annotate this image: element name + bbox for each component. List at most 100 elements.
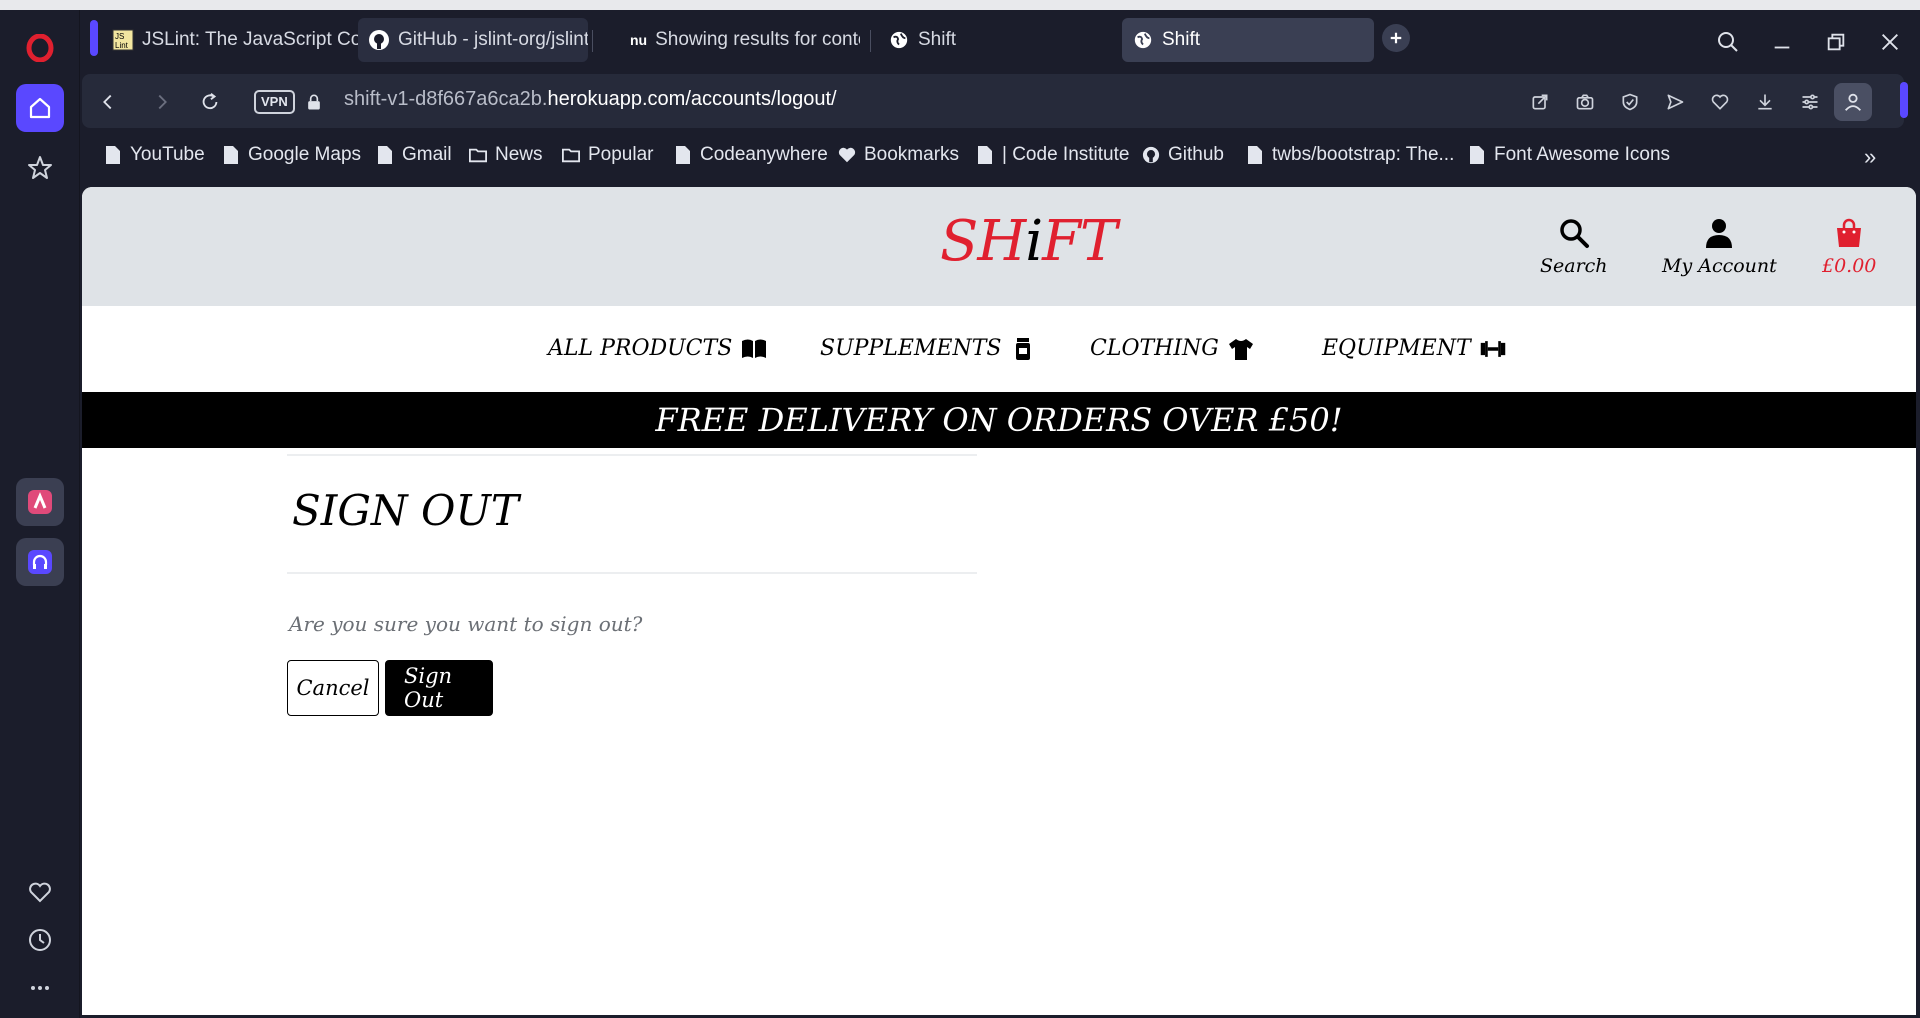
music-player-icon[interactable] [16, 538, 64, 586]
restore-button[interactable] [1820, 26, 1852, 58]
globe-icon [1132, 29, 1154, 51]
tab-github[interactable]: GitHub - jslint-org/jslint: JS [358, 18, 588, 62]
sign-out-button[interactable]: Sign Out [385, 660, 493, 716]
home-icon[interactable] [16, 84, 64, 132]
site-header: SHiFT Search My Account £0.00 [82, 187, 1916, 306]
url-text[interactable]: shift-v1-d8f667a6ca2b.herokuapp.com/acco… [344, 88, 837, 111]
delivery-banner: FREE DELIVERY ON ORDERS OVER £50! [82, 392, 1916, 448]
page-icon [106, 146, 120, 164]
forward-button[interactable] [148, 88, 176, 116]
bookmark-youtube[interactable]: YouTube [104, 144, 205, 166]
cancel-button[interactable]: Cancel [287, 660, 379, 716]
nav-supplements[interactable]: SUPPLEMENTS [820, 336, 1037, 361]
favorites-heart-icon[interactable] [16, 868, 64, 916]
tshirt-icon [1228, 338, 1253, 360]
page-icon [224, 146, 238, 164]
download-icon[interactable] [1751, 88, 1779, 116]
bookmark-popular[interactable]: Popular [562, 144, 654, 166]
signout-panel: SIGN OUT Are you sure you want to sign o… [287, 454, 977, 716]
header-bag[interactable]: £0.00 [1822, 217, 1876, 277]
aria-ai-icon[interactable] [16, 478, 64, 526]
page-title: SIGN OUT [292, 486, 519, 535]
bookmark-code-institute[interactable]: | Code Institute [976, 144, 1129, 166]
nav-all-products[interactable]: ALL PRODUCTS [548, 336, 768, 361]
user-icon [1706, 219, 1733, 248]
divider [287, 454, 977, 456]
camera-icon[interactable] [1571, 88, 1599, 116]
tab-search-icon[interactable] [1712, 26, 1744, 58]
tab-title: Shift [1162, 29, 1201, 50]
globe-icon [888, 29, 910, 51]
divider [287, 572, 977, 574]
svg-text:Lint: Lint [115, 41, 129, 50]
reload-button[interactable] [196, 88, 224, 116]
tab-validator[interactable]: nu Showing results for conten [620, 18, 860, 62]
send-icon[interactable] [1661, 88, 1689, 116]
tab-shift[interactable]: Shift [878, 18, 998, 62]
nav-equipment[interactable]: EQUIPMENT [1322, 336, 1507, 361]
page-icon [1248, 146, 1262, 164]
bookmark-google-maps[interactable]: Google Maps [222, 144, 361, 166]
adblock-shield-icon[interactable] [1616, 88, 1644, 116]
tab-title: GitHub - jslint-org/jslint: JS [398, 29, 588, 50]
minimize-button[interactable] [1766, 26, 1798, 58]
tab-title: JSLint: The JavaScript Code [142, 29, 370, 50]
web-page: SHiFT Search My Account £0.00 ALL PRODUC… [82, 187, 1916, 1015]
jar-icon [1016, 337, 1031, 360]
more-dots-icon[interactable] [16, 964, 64, 1012]
close-window-button[interactable] [1874, 26, 1906, 58]
signout-question: Are you sure you want to sign out? [289, 612, 643, 636]
more-bookmarks-button[interactable]: » [1864, 144, 1876, 170]
github-icon [1142, 146, 1160, 164]
opera-logo-icon[interactable] [16, 24, 64, 72]
workspace-indicator [90, 20, 98, 56]
account-label: My Account [1662, 255, 1777, 277]
bookmark-bookmarks[interactable]: Bookmarks [838, 144, 959, 166]
back-button[interactable] [94, 88, 122, 116]
tab-title: Showing results for conten [655, 29, 860, 50]
bookmark-gmail[interactable]: Gmail [376, 144, 452, 166]
search-icon [1560, 219, 1589, 248]
heart-icon[interactable] [1706, 88, 1734, 116]
bookmark-bootstrap[interactable]: twbs/bootstrap: The... [1246, 144, 1454, 166]
bag-total: £0.00 [1822, 255, 1877, 277]
bookmark-news[interactable]: News [469, 144, 543, 166]
header-my-account[interactable]: My Account [1662, 217, 1777, 277]
history-clock-icon[interactable] [16, 916, 64, 964]
easy-setup-icon[interactable] [1796, 88, 1824, 116]
browser-sidebar [0, 10, 80, 1018]
bookmarks-bar: YouTube Google Maps Gmail News Popular C… [82, 134, 1920, 182]
window-top-strip [0, 0, 1920, 10]
jslint-icon: JS Lint [112, 29, 134, 51]
address-bar: VPN shift-v1-d8f667a6ca2b.herokuapp.com/… [82, 74, 1904, 128]
page-icon [978, 146, 992, 164]
header-search[interactable]: Search [1540, 217, 1608, 277]
folder-icon [562, 148, 580, 163]
site-logo[interactable]: SHiFT [940, 209, 1117, 274]
nav-clothing[interactable]: CLOTHING [1090, 336, 1255, 361]
page-icon [1470, 146, 1484, 164]
address-bar-row: VPN shift-v1-d8f667a6ca2b.herokuapp.com/… [82, 72, 1920, 132]
bookmark-github[interactable]: Github [1142, 144, 1224, 166]
main-nav: ALL PRODUCTS SUPPLEMENTS CLOTHING EQUIPM… [82, 306, 1916, 392]
search-label: Search [1540, 255, 1608, 277]
bookmarks-star-icon[interactable] [16, 144, 64, 192]
nu-icon: nu [630, 32, 648, 48]
tab-jslint[interactable]: JS Lint JSLint: The JavaScript Code [102, 18, 370, 62]
new-tab-button[interactable] [1382, 24, 1410, 52]
book-icon [742, 339, 767, 358]
shopping-bag-icon [1837, 218, 1862, 247]
tab-shift-active[interactable]: Shift [1122, 18, 1374, 62]
profile-icon[interactable] [1834, 83, 1872, 121]
lock-icon[interactable] [300, 88, 328, 116]
svg-text:JS: JS [115, 32, 124, 41]
folder-icon [469, 148, 487, 163]
bookmark-font-awesome[interactable]: Font Awesome Icons [1468, 144, 1670, 166]
vpn-badge[interactable]: VPN [254, 90, 295, 114]
scroll-indicator [1900, 82, 1908, 118]
tab-bar: JS Lint JSLint: The JavaScript Code GitHu… [82, 10, 1920, 70]
page-icon [378, 146, 392, 164]
bookmark-codeanywhere[interactable]: Codeanywhere [674, 144, 828, 166]
share-icon[interactable] [1526, 88, 1554, 116]
tab-title: Shift [918, 29, 957, 50]
